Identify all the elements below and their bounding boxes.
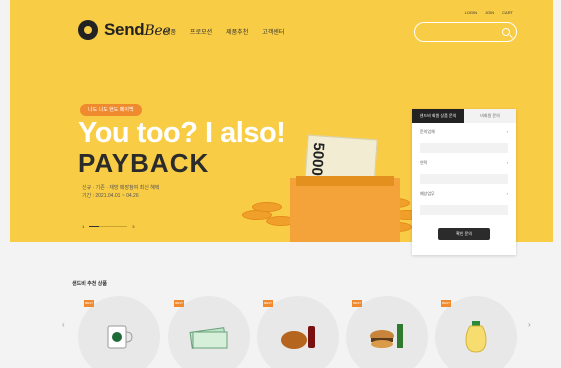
carousel-prev-icon[interactable]: ‹ — [62, 320, 65, 329]
product-card[interactable]: BEST — [346, 296, 428, 368]
hero-headline: You too? I also! — [78, 117, 286, 149]
main-nav: 제품 프로모션 제품추천 고객센터 — [165, 27, 284, 36]
task-input[interactable] — [420, 204, 508, 215]
carousel-next-icon[interactable]: › — [528, 320, 531, 329]
product-tag: BEST — [352, 300, 362, 307]
field-contact: 연락 › — [420, 160, 508, 185]
money-bills-icon — [189, 327, 228, 349]
tab-guest-inquiry[interactable]: 비회원 문의 — [464, 109, 516, 123]
pager-total: 3 — [132, 224, 135, 229]
nav-item-support[interactable]: 고객센터 — [262, 27, 284, 36]
inquiry-submit-button[interactable]: 확인 문의 — [438, 228, 490, 240]
nav-item-recommend[interactable]: 제품추천 — [226, 27, 248, 36]
envelope-illustration — [290, 178, 400, 242]
product-tag: BEST — [84, 300, 94, 307]
product-card[interactable]: BEST — [168, 296, 250, 368]
product-tag: BEST — [174, 300, 184, 307]
join-link[interactable]: JOIN — [485, 10, 494, 15]
cart-link[interactable]: CART — [502, 10, 513, 15]
logo-text: Send — [104, 20, 145, 39]
tab-member-inquiry[interactable]: 샌드비 회원 상품 문의 — [412, 109, 464, 123]
field-company: 문의업체 › — [420, 129, 508, 154]
login-link[interactable]: LOGIN — [465, 10, 477, 15]
hero-desc-line: 신규 · 기존 · 재방 매장참여 최신 혜택 — [82, 185, 160, 191]
field-task-label: 예상업무 — [420, 191, 435, 196]
logo[interactable]: SendBee — [78, 20, 171, 40]
hero-description: 신규 · 기존 · 재방 매장참여 최신 혜택 기간 : 2021.04.01 … — [82, 184, 159, 200]
slide-pager[interactable]: 1 3 — [82, 224, 134, 229]
logo-mark-icon — [78, 20, 98, 40]
chevron-down-icon: › — [506, 191, 508, 196]
hero-subhead: PAYBACK — [78, 148, 210, 178]
search-icon[interactable] — [502, 28, 510, 36]
hero-period: 기간 : 2021.04.01 ~ 04.26 — [82, 193, 139, 199]
nav-item-products[interactable]: 제품 — [165, 27, 176, 36]
section-title: 샌드비 추천 상품 — [72, 281, 107, 287]
utility-links: LOGIN JOIN CART — [465, 10, 513, 15]
chevron-down-icon: › — [506, 160, 508, 165]
banana-milk-icon — [465, 321, 487, 353]
search-box — [414, 22, 517, 44]
promo-badge: 나도 나도 현도 페이백 — [80, 104, 142, 116]
company-input[interactable] — [420, 142, 508, 153]
product-card[interactable]: BEST — [257, 296, 339, 368]
burger-set-icon — [370, 324, 403, 348]
inquiry-tabs: 샌드비 회원 상품 문의 비회원 문의 — [412, 109, 516, 123]
search-input[interactable] — [415, 26, 516, 44]
coffee-mug-icon — [107, 325, 133, 349]
chevron-down-icon: › — [506, 129, 508, 134]
contact-input[interactable] — [420, 173, 508, 184]
field-task: 예상업무 › — [420, 191, 508, 216]
product-tag: BEST — [263, 300, 273, 307]
pager-current: 1 — [82, 224, 85, 229]
pager-progress-bar — [89, 226, 128, 227]
product-card[interactable]: BEST — [435, 296, 517, 368]
field-company-label: 문의업체 — [420, 129, 435, 134]
nav-item-promotion[interactable]: 프로모션 — [190, 27, 212, 36]
chicken-drink-icon — [281, 326, 315, 349]
product-card[interactable]: BEST — [78, 296, 160, 368]
product-tag: BEST — [441, 300, 451, 307]
inquiry-panel: 샌드비 회원 상품 문의 비회원 문의 문의업체 › 연락 › 예상업무 › 확인 문… — [412, 109, 516, 255]
field-contact-label: 연락 — [420, 160, 428, 165]
